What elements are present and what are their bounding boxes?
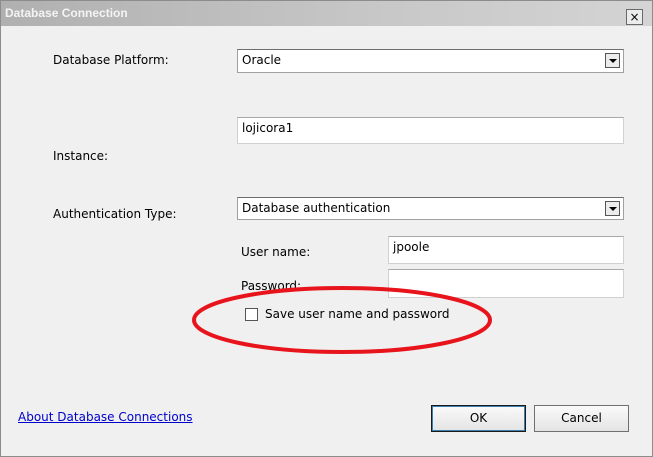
close-icon: × <box>629 10 640 24</box>
instance-label: Instance: <box>53 149 109 163</box>
ok-button[interactable]: OK <box>431 405 526 432</box>
save-credentials-label[interactable]: Save user name and password <box>265 307 449 321</box>
instance-value: lojicora1 <box>242 121 294 135</box>
platform-label: Database Platform: <box>53 53 169 67</box>
save-credentials-checkbox[interactable] <box>245 308 258 321</box>
chevron-down-icon[interactable] <box>605 53 620 68</box>
username-input[interactable]: jpoole <box>388 236 624 264</box>
username-value: jpoole <box>393 240 430 254</box>
password-label: Password: <box>241 279 302 293</box>
close-button[interactable]: × <box>626 9 643 25</box>
cancel-button[interactable]: Cancel <box>534 405 629 432</box>
chevron-down-icon[interactable] <box>605 201 620 216</box>
password-input[interactable] <box>388 269 624 298</box>
dialog-title: Database Connection <box>5 6 128 20</box>
database-connection-dialog: Database Connection × Database Platform:… <box>0 0 653 457</box>
auth-type-label: Authentication Type: <box>53 207 177 221</box>
platform-select[interactable]: Oracle <box>237 49 624 73</box>
title-bar: Database Connection × <box>1 1 652 26</box>
about-connections-link[interactable]: About Database Connections <box>18 410 193 424</box>
platform-value: Oracle <box>242 53 282 67</box>
username-label: User name: <box>241 245 311 259</box>
auth-type-select[interactable]: Database authentication <box>237 197 624 220</box>
instance-input[interactable]: lojicora1 <box>237 117 624 144</box>
auth-type-value: Database authentication <box>242 201 391 215</box>
